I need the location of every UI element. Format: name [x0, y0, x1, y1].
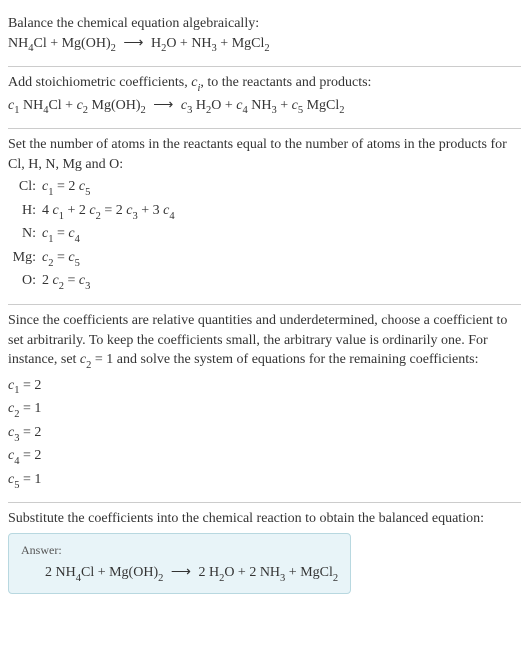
- section-balance-intro: Balance the chemical equation algebraica…: [8, 8, 521, 66]
- atom-row-mg: Mg: c2 = c5: [12, 247, 521, 271]
- arrow-icon: ⟶: [171, 565, 191, 580]
- coefficient-values: c1 = 2 c2 = 1 c3 = 2 c4 = 2 c5 = 1: [8, 375, 521, 493]
- atom-row-cl: Cl: c1 = 2 c5: [12, 176, 521, 200]
- answer-label: Answer:: [21, 542, 338, 559]
- atom-row-n: N: c1 = c4: [12, 223, 521, 247]
- balanced-equation: 2 NH4Cl + Mg(OH)2 ⟶ 2 H2O + 2 NH3 + MgCl…: [21, 563, 338, 585]
- coeff-c5: c5 = 1: [8, 469, 521, 493]
- coeff-c4: c4 = 2: [8, 445, 521, 469]
- coeff-c2: c2 = 1: [8, 398, 521, 422]
- atom-equations-table: Cl: c1 = 2 c5 H: 4 c1 + 2 c2 = 2 c3 + 3 …: [12, 176, 521, 294]
- intro-text: Set the number of atoms in the reactants…: [8, 135, 521, 174]
- coeff-c1: c1 = 2: [8, 375, 521, 399]
- coeff-c3: c3 = 2: [8, 422, 521, 446]
- equation-with-coeffs: c1 NH4Cl + c2 Mg(OH)2 ⟶ c3 H2O + c4 NH3 …: [8, 96, 521, 118]
- arrow-icon: ⟶: [153, 98, 173, 113]
- intro-text: Add stoichiometric coefficients, ci, to …: [8, 73, 521, 95]
- atom-row-h: H: 4 c1 + 2 c2 = 2 c3 + 3 c4: [12, 200, 521, 224]
- section-solve: Since the coefficients are relative quan…: [8, 305, 521, 502]
- intro-text: Substitute the coefficients into the che…: [8, 509, 521, 529]
- section-answer: Substitute the coefficients into the che…: [8, 503, 521, 604]
- section-coefficients: Add stoichiometric coefficients, ci, to …: [8, 67, 521, 128]
- answer-box: Answer: 2 NH4Cl + Mg(OH)2 ⟶ 2 H2O + 2 NH…: [8, 533, 351, 594]
- intro-text: Since the coefficients are relative quan…: [8, 311, 521, 373]
- section-atom-equations: Set the number of atoms in the reactants…: [8, 129, 521, 304]
- atom-row-o: O: 2 c2 = c3: [12, 270, 521, 294]
- intro-text: Balance the chemical equation algebraica…: [8, 14, 521, 34]
- arrow-icon: ⟶: [123, 36, 143, 51]
- equation-unbalanced: NH4Cl + Mg(OH)2 ⟶ H2O + NH3 + MgCl2: [8, 34, 521, 56]
